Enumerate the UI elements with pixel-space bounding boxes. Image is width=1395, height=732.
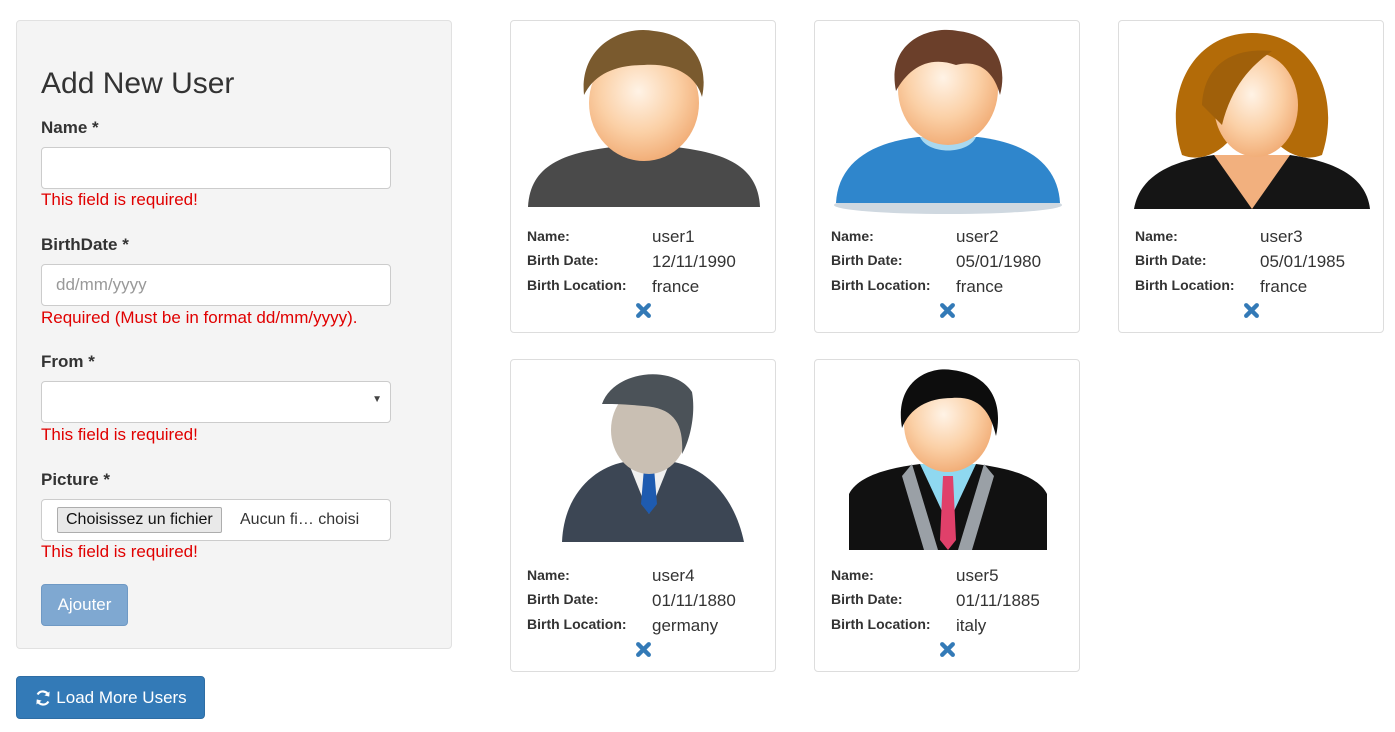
remove-user-icon[interactable] [635,641,652,658]
add-user-form: Add New User Name * This field is requir… [16,20,452,649]
birth-date-label: Birth Date: [831,591,903,607]
user-card: Name: user2 Birth Date: 05/01/1980 Birth… [814,20,1080,333]
birth-date-label: Birth Date: [527,252,599,268]
birth-location-label: Birth Location: [1135,277,1235,293]
user-birth-date: 12/11/1990 [652,252,736,271]
from-label: From * [41,352,95,371]
remove-user-icon[interactable] [939,641,956,658]
picture-error: This field is required! [41,542,198,561]
form-title: Add New User [41,67,235,100]
from-select[interactable]: ▼ [41,381,391,423]
user-card: Name: user5 Birth Date: 01/11/1885 Birth… [814,359,1080,672]
user-name: user1 [652,227,695,246]
remove-user-icon[interactable] [939,302,956,319]
chevron-down-icon: ▼ [372,394,382,405]
user-name: user4 [652,566,695,585]
birth-location-label: Birth Location: [831,277,931,293]
user-birth-location: france [1260,277,1308,296]
load-more-users-button[interactable]: Load More Users [16,676,205,719]
user-birth-location: france [956,277,1004,296]
refresh-icon [34,689,52,707]
user-birth-date: 05/01/1980 [956,252,1042,271]
load-more-label: Load More Users [56,687,187,707]
file-status-text: Aucun fi… choisi [240,511,360,528]
name-label: Name: [831,567,874,583]
choose-file-button[interactable]: Choisissez un fichier [57,507,222,533]
name-label: Name: [831,228,874,244]
woman-brown-hair-avatar [1134,33,1370,209]
user-name: user5 [956,566,999,585]
man-brown-hair-gray-shirt-avatar [528,29,760,207]
birthdate-label: BirthDate * [41,235,129,254]
submit-button[interactable]: Ajouter [41,584,128,626]
birth-date-label: Birth Date: [831,252,903,268]
birth-location-label: Birth Location: [831,616,931,632]
birth-location-label: Birth Location: [527,277,627,293]
name-label: Name: [527,567,570,583]
user-name: user2 [956,227,999,246]
name-error: This field is required! [41,190,198,209]
young-man-blue-shirt-avatar [834,29,1062,214]
user-birth-date: 01/11/1885 [956,591,1040,610]
birth-date-label: Birth Date: [1135,252,1207,268]
from-error: This field is required! [41,425,198,444]
man-black-hair-pink-tie-avatar [849,369,1047,550]
user-card: Name: user1 Birth Date: 12/11/1990 Birth… [510,20,776,333]
birth-date-label: Birth Date: [527,591,599,607]
businessman-gray-suit-avatar [562,374,744,542]
user-birth-date: 01/11/1880 [652,591,736,610]
name-label: Name * [41,118,99,137]
name-label: Name: [527,228,570,244]
picture-label: Picture * [41,470,110,489]
name-input[interactable] [41,147,391,189]
user-card: Name: user3 Birth Date: 05/01/1985 Birth… [1118,20,1384,333]
remove-user-icon[interactable] [635,302,652,319]
birth-location-label: Birth Location: [527,616,627,632]
birthdate-error: Required (Must be in format dd/mm/yyyy). [41,308,358,327]
birthdate-input[interactable] [41,264,391,306]
user-card: Name: user4 Birth Date: 01/11/1880 Birth… [510,359,776,672]
picture-file-input: Choisissez un fichier Aucun fi… choisi [41,499,391,541]
user-birth-location: france [652,277,700,296]
user-birth-location: germany [652,616,719,635]
user-birth-location: italy [956,616,987,635]
user-birth-date: 05/01/1985 [1260,252,1346,271]
user-name: user3 [1260,227,1303,246]
remove-user-icon[interactable] [1243,302,1260,319]
name-label: Name: [1135,228,1178,244]
